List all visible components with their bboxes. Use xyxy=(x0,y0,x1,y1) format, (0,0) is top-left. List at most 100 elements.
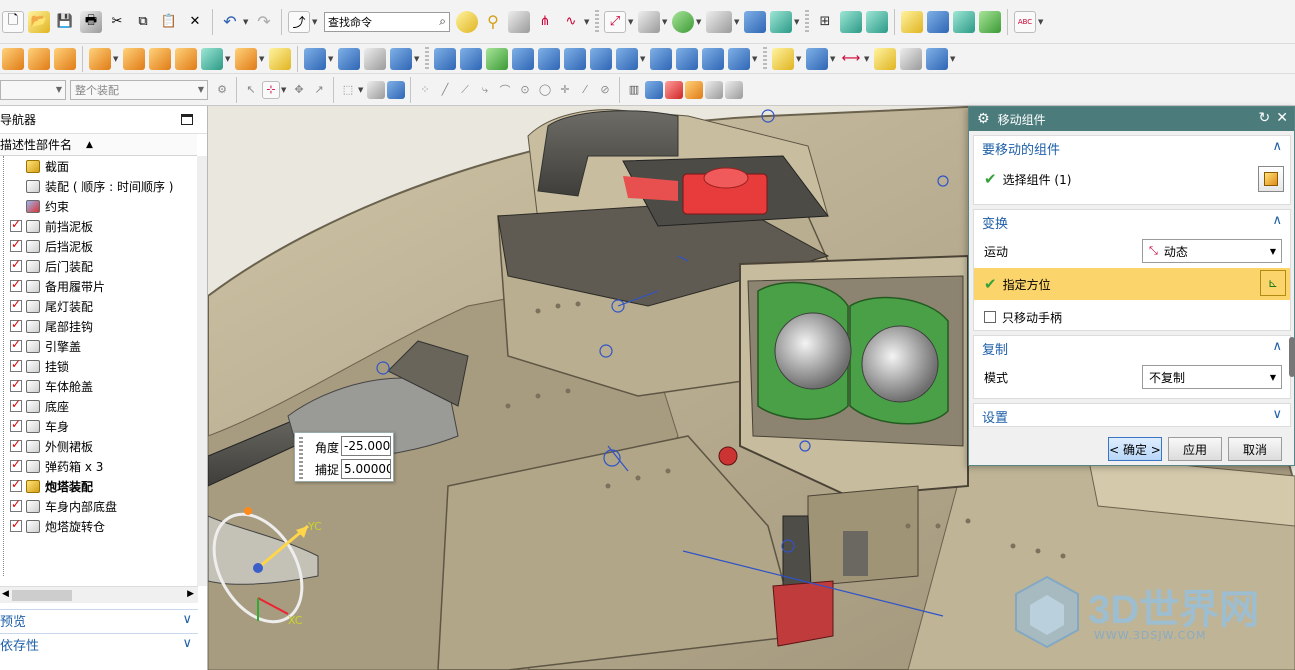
chevron-down-icon[interactable]: ∨ xyxy=(182,612,192,627)
toolbar-grip[interactable] xyxy=(805,9,809,34)
snap-slash-icon[interactable]: ⁄ xyxy=(576,81,594,99)
select-dropdown-icon[interactable]: ▼ xyxy=(358,79,366,101)
shell-icon[interactable] xyxy=(2,47,24,70)
navigator-section-preview[interactable]: 预览 ∨ xyxy=(0,609,198,631)
type-filter-select[interactable]: ▼ xyxy=(0,79,66,100)
snap-input[interactable]: 5.00000 xyxy=(341,459,391,479)
check-geometry-icon[interactable] xyxy=(979,10,1001,33)
orientation-csys-button[interactable]: ⊾ xyxy=(1260,270,1286,296)
visibility-checkbox[interactable] xyxy=(10,397,22,412)
curve-tool-icon[interactable]: ∿ xyxy=(560,11,582,33)
pattern-dropdown-icon[interactable]: ▼ xyxy=(113,48,121,70)
tree-item[interactable]: 炮塔旋转仓 xyxy=(0,516,197,536)
tree-item[interactable]: 引擎盖 xyxy=(0,336,197,356)
group-settings-header[interactable]: 设置 ∨ xyxy=(974,404,1290,428)
toolbar-grip[interactable] xyxy=(595,9,599,34)
snap-dropdown-icon[interactable]: ▼ xyxy=(281,79,289,101)
close-icon[interactable]: ✕ xyxy=(1276,110,1288,126)
extrude-icon[interactable] xyxy=(28,47,50,70)
toolbar-grip[interactable] xyxy=(425,46,429,71)
shade-dropdown-icon[interactable]: ▼ xyxy=(696,11,704,33)
cylinder-icon[interactable] xyxy=(508,10,530,33)
chevron-up-icon[interactable]: ∧ xyxy=(1272,213,1282,228)
network-icon[interactable]: ⋔ xyxy=(534,11,556,33)
ok-button[interactable]: < 确定 > xyxy=(1108,437,1162,461)
select-body-icon[interactable] xyxy=(367,80,385,99)
text-dropdown-icon[interactable]: ▼ xyxy=(1038,11,1046,33)
snap-curve-icon[interactable]: ⤷ xyxy=(476,81,494,99)
rectangle-select-icon[interactable]: ⬚ xyxy=(339,81,357,99)
tree-item[interactable]: 底座 xyxy=(0,396,197,416)
repeat-dropdown-icon[interactable]: ▼ xyxy=(312,11,320,33)
surface-book-icon[interactable] xyxy=(676,47,698,70)
view-dropdown-icon[interactable]: ▼ xyxy=(794,11,802,33)
dialog-scrollbar[interactable] xyxy=(1289,337,1295,377)
view-orient-icon[interactable] xyxy=(744,10,766,33)
datum-csys-icon[interactable] xyxy=(390,47,412,70)
group-components-header[interactable]: 要移动的组件 ∧ xyxy=(974,136,1290,160)
select-face-icon[interactable] xyxy=(387,80,405,99)
snap-center-icon[interactable]: ⊙ xyxy=(516,81,534,99)
visibility-checkbox[interactable] xyxy=(10,317,22,332)
snap-point-icon[interactable]: ⊹ xyxy=(262,80,280,99)
copy-mode-select[interactable]: 不复制 ▼ xyxy=(1142,365,1282,389)
selection-settings-icon[interactable]: ⚙ xyxy=(213,81,231,99)
tree-item[interactable]: 挂锁 xyxy=(0,356,197,376)
scroll-thumb[interactable] xyxy=(12,590,72,601)
trim-dropdown-icon[interactable]: ▼ xyxy=(259,48,267,70)
undo-icon[interactable]: ↶ xyxy=(219,11,241,33)
visibility-checkbox[interactable] xyxy=(10,477,22,492)
scope-filter-select[interactable]: 整个装配 ▼ xyxy=(70,79,208,100)
datum-axis-icon[interactable] xyxy=(364,47,386,70)
specify-orientation-row[interactable]: ✔ 指定方位 ⊾ xyxy=(974,268,1290,300)
reset-icon[interactable]: ↻ xyxy=(1259,110,1271,126)
dimension-icon[interactable]: ⟷ xyxy=(840,48,862,70)
mesh-surface-icon[interactable] xyxy=(926,47,948,70)
gear-icon[interactable]: ⚙ xyxy=(977,111,990,127)
datum-plane-icon[interactable] xyxy=(338,47,360,70)
chevron-up-icon[interactable]: ∧ xyxy=(1272,339,1282,354)
search-icon[interactable]: ⌕ xyxy=(439,14,446,29)
hole-dropdown-icon[interactable]: ▼ xyxy=(225,48,233,70)
datum-dropdown-icon[interactable]: ▼ xyxy=(414,48,422,70)
fit-dropdown-icon[interactable]: ▼ xyxy=(628,11,636,33)
surface-dropdown-icon[interactable]: ▼ xyxy=(640,48,648,70)
surface-mesh-icon[interactable] xyxy=(460,47,482,70)
background-dropdown-icon[interactable]: ▼ xyxy=(734,11,742,33)
surface-dropdown2-icon[interactable]: ▼ xyxy=(752,48,760,70)
visibility-checkbox[interactable] xyxy=(10,217,22,232)
direction-dropdown-icon[interactable]: ▼ xyxy=(830,48,838,70)
surface-fill-icon[interactable] xyxy=(702,47,724,70)
dimension-dropdown-icon[interactable]: ▼ xyxy=(864,48,872,70)
snap-tangent-icon[interactable]: ⟋ xyxy=(456,81,474,99)
select-component-row[interactable]: ✔ 选择组件 (1) xyxy=(974,166,1290,192)
tree-item[interactable]: 尾灯装配 xyxy=(0,296,197,316)
select-arrow-icon[interactable]: ↖ xyxy=(242,81,260,99)
draft-dropdown-icon[interactable]: ▼ xyxy=(328,48,336,70)
surface-trim-icon[interactable] xyxy=(538,47,560,70)
layers-icon[interactable] xyxy=(840,10,862,33)
visibility-checkbox[interactable] xyxy=(10,277,22,292)
view-cube-icon[interactable] xyxy=(645,80,663,99)
dialog-titlebar[interactable]: ⚙ 移动组件 ↻ ✕ xyxy=(969,107,1294,131)
mesh-dropdown-icon[interactable]: ▼ xyxy=(950,48,958,70)
command-search-input[interactable]: 查找命令 ⌕ xyxy=(324,11,450,32)
spring-icon[interactable] xyxy=(900,47,922,70)
snap-circle-icon[interactable]: ◯ xyxy=(536,81,554,99)
chevron-down-icon[interactable]: ∨ xyxy=(182,636,192,651)
measure-icon[interactable] xyxy=(901,10,923,33)
analysis-curve-icon[interactable] xyxy=(772,47,794,70)
surface-extend-icon[interactable] xyxy=(564,47,586,70)
group-transform-header[interactable]: 变换 ∧ xyxy=(974,210,1290,234)
snap-end-icon[interactable]: ⁘ xyxy=(416,81,434,99)
trim-body-icon[interactable] xyxy=(235,47,257,70)
layout-icon[interactable]: ⊞ xyxy=(814,11,836,33)
layer-settings-icon[interactable] xyxy=(866,10,888,33)
view-clip-icon[interactable] xyxy=(685,80,703,99)
tree-item[interactable]: 截面 xyxy=(0,156,197,176)
move-handle-only-checkbox[interactable] xyxy=(984,311,996,323)
visibility-checkbox[interactable] xyxy=(10,517,22,532)
tree-item[interactable]: 前挡泥板 xyxy=(0,216,197,236)
visibility-checkbox[interactable] xyxy=(10,437,22,452)
snap-quadrant-icon[interactable]: ⊘ xyxy=(596,81,614,99)
